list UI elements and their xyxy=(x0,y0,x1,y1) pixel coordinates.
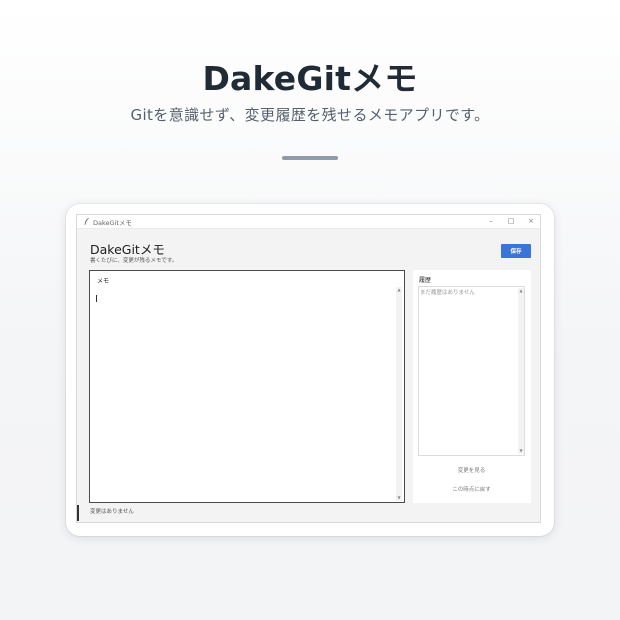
view-changes-button[interactable]: 変更を見る xyxy=(418,464,525,476)
status-text: 変更はありません xyxy=(90,509,134,515)
history-scrollbar[interactable]: ▲ ▼ xyxy=(518,288,524,454)
hero-divider xyxy=(282,156,338,160)
chevron-down-icon[interactable]: ▼ xyxy=(396,495,402,501)
chevron-up-icon[interactable]: ▲ xyxy=(518,288,524,294)
minimize-button[interactable]: – xyxy=(483,216,499,227)
history-panel: 履歴 まだ履歴はありません ▲ ▼ 変更を見る この時点に戻す xyxy=(413,270,531,503)
window-edge-mark xyxy=(77,505,79,521)
hero-title: DakeGitメモ xyxy=(202,59,418,98)
text-cursor xyxy=(96,295,97,302)
memo-label: メモ xyxy=(97,278,110,285)
revert-button[interactable]: この時点に戻す xyxy=(418,483,525,495)
app-subtitle: 書くたびに、変更が残るメモです。 xyxy=(90,258,178,264)
memo-scrollbar[interactable]: ▲ ▼ xyxy=(396,287,402,501)
window-title: DakeGitメモ xyxy=(93,219,132,227)
hero-subtitle: Gitを意識せず、変更履歴を残せるメモアプリです。 xyxy=(130,106,490,124)
window-titlebar[interactable]: DakeGitメモ – □ × xyxy=(77,215,540,229)
history-empty-text: まだ履歴はありません xyxy=(420,290,475,296)
memo-editor[interactable]: メモ ▲ ▼ xyxy=(89,270,405,503)
chevron-up-icon[interactable]: ▲ xyxy=(396,287,402,293)
feather-icon xyxy=(84,217,90,225)
close-button[interactable]: × xyxy=(523,216,539,227)
chevron-down-icon[interactable]: ▼ xyxy=(518,448,524,454)
history-list[interactable]: まだ履歴はありません ▲ ▼ xyxy=(418,286,525,456)
maximize-button[interactable]: □ xyxy=(503,216,519,227)
save-button[interactable]: 保存 xyxy=(501,244,531,258)
history-label: 履歴 xyxy=(419,277,432,284)
app-window: DakeGitメモ – □ × DakeGitメモ 書くたびに、変更が残るメモで… xyxy=(76,214,541,523)
device-frame: DakeGitメモ – □ × DakeGitメモ 書くたびに、変更が残るメモで… xyxy=(66,204,554,536)
